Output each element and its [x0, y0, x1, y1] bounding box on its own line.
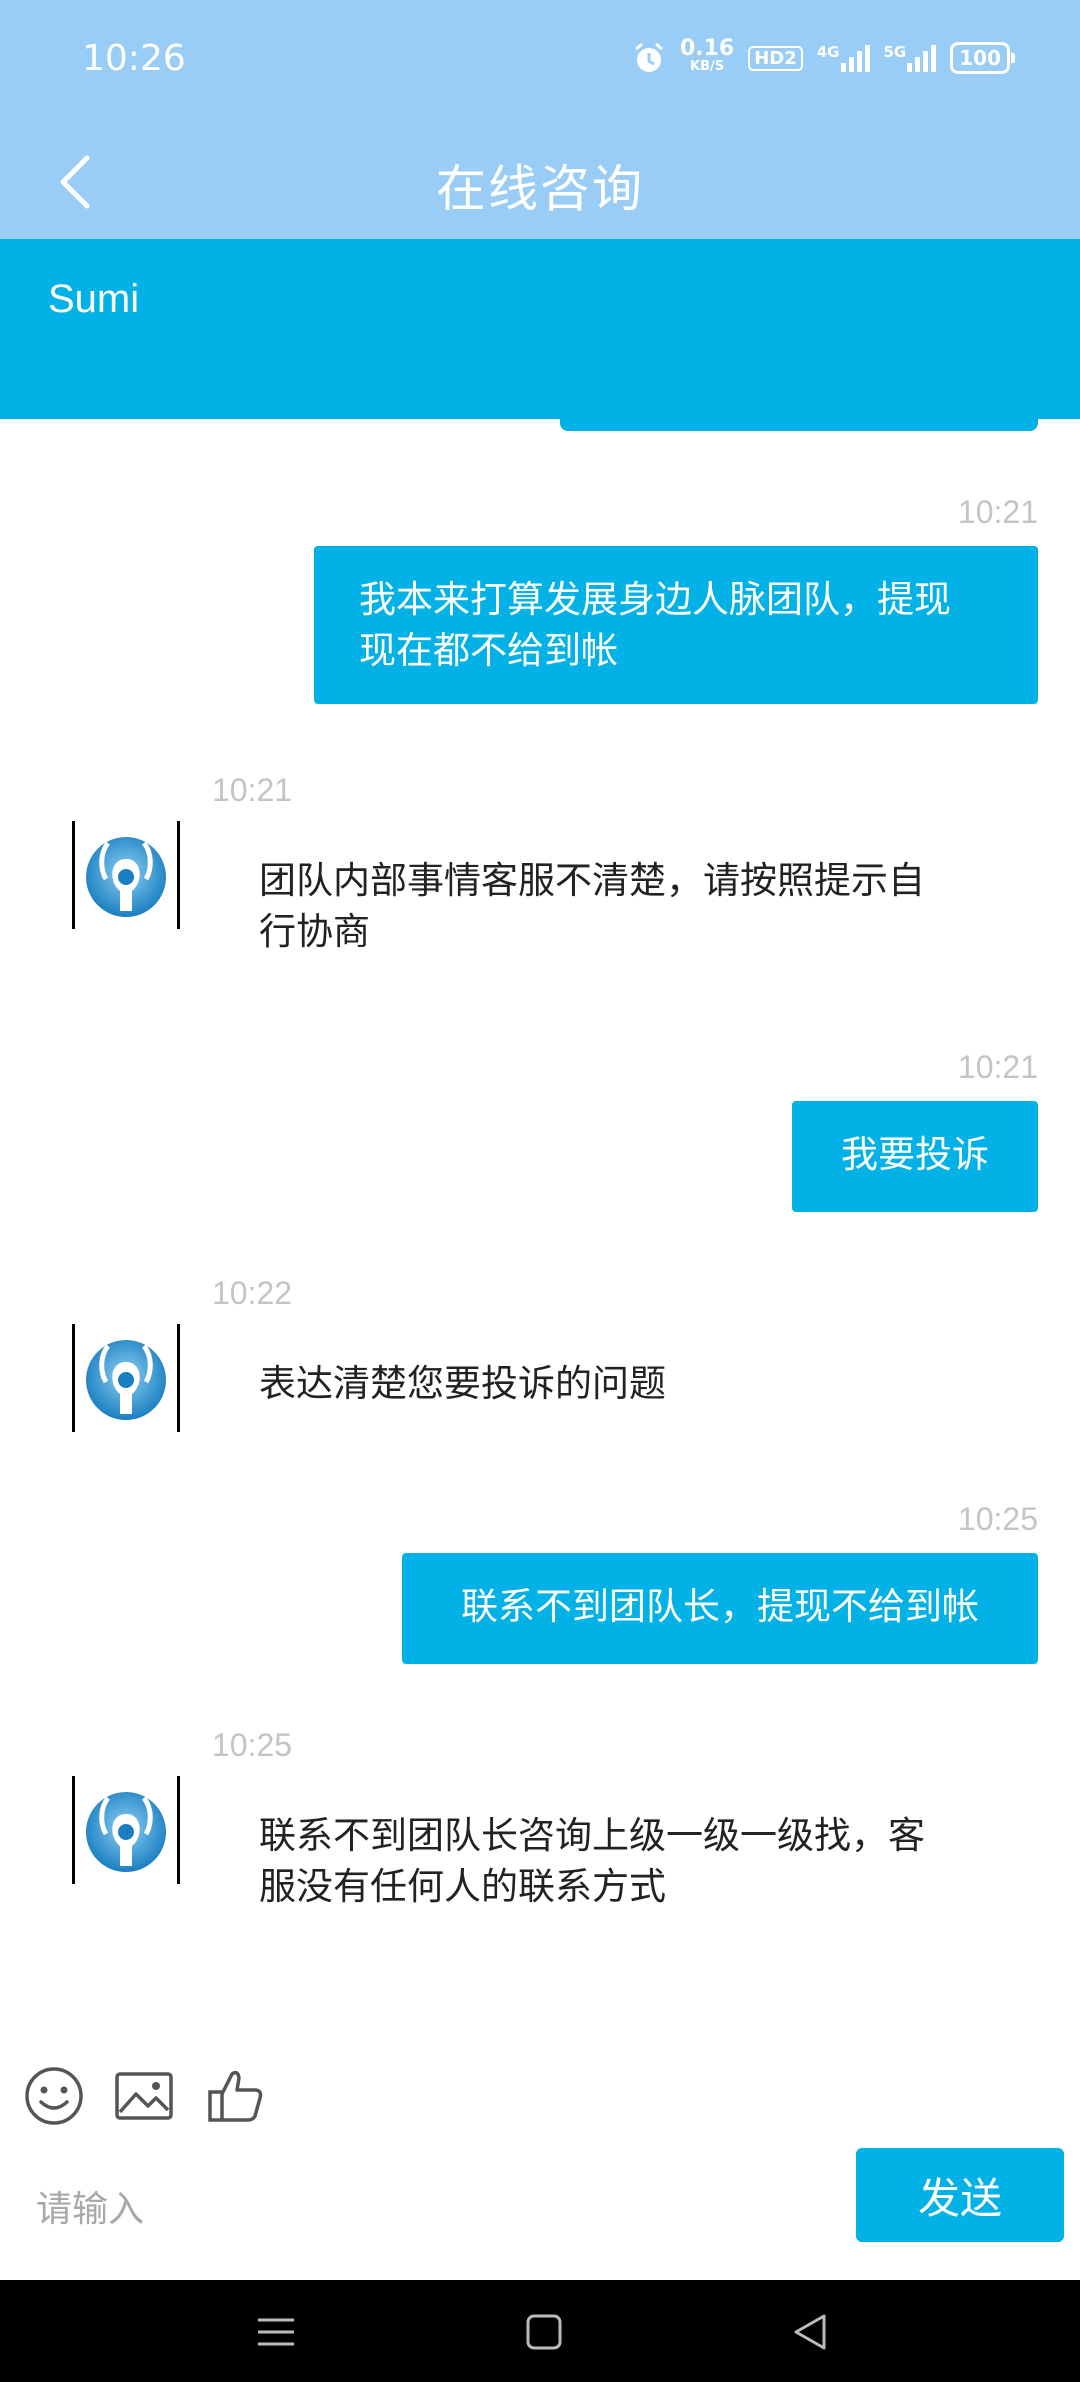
emoji-icon[interactable] [22, 2064, 86, 2128]
agent-logo-icon [86, 1792, 166, 1872]
back-nav-button[interactable] [780, 2302, 840, 2362]
menu-icon [258, 2318, 294, 2346]
incoming-message[interactable]: 表达清楚您要投诉的问题 [259, 1358, 979, 1409]
message-time: 10:25 [212, 1727, 293, 1763]
chat-list[interactable]: 10:21 我本来打算发展身边人脉团队，提现 现在都不给到帐 10:21 团队内… [0, 431, 1080, 2031]
message-input[interactable] [34, 2168, 818, 2250]
menu-nav-button[interactable] [246, 2302, 306, 2362]
system-nav-bar [0, 2280, 1080, 2382]
input-area: 发送 [0, 2040, 1080, 2280]
send-button[interactable]: 发送 [856, 2148, 1064, 2242]
triangle-back-icon [794, 2314, 826, 2350]
status-bar: 10:26 0.16 KB/S HD2 4G 5G 100 [0, 0, 1080, 125]
battery-icon: 100 [950, 42, 1015, 74]
net-speed: 0.16 KB/S [679, 36, 735, 75]
agent-logo-icon [86, 1340, 166, 1420]
message-time: 10:21 [957, 1049, 1038, 1085]
message-time: 10:21 [212, 772, 293, 808]
message-time: 10:22 [212, 1275, 293, 1311]
avatar[interactable] [72, 1776, 180, 1884]
outgoing-message[interactable]: 联系不到团队长，提现不给到帐 [402, 1553, 1038, 1664]
home-nav-button[interactable] [514, 2302, 574, 2362]
thumbs-up-icon[interactable] [204, 2064, 268, 2128]
avatar[interactable] [72, 821, 180, 929]
status-icons: 0.16 KB/S HD2 4G 5G 100 [632, 36, 1015, 76]
incoming-message[interactable]: 团队内部事情客服不清楚，请按照提示自 行协商 [259, 855, 979, 957]
agent-logo-icon [86, 837, 166, 917]
title-bar: 在线咨询 [0, 125, 1080, 239]
page-title: 在线咨询 [436, 160, 644, 218]
signal-5g-icon: 5G [884, 43, 937, 73]
avatar[interactable] [72, 1324, 180, 1432]
outgoing-message[interactable]: 我本来打算发展身边人脉团队，提现 现在都不给到帐 [314, 546, 1038, 704]
square-icon [526, 2314, 562, 2350]
image-icon[interactable] [112, 2064, 176, 2128]
message-time: 10:21 [957, 494, 1038, 530]
incoming-message[interactable]: 联系不到团队长咨询上级一级一级找，客 服没有任何人的联系方式 [259, 1810, 979, 1912]
outgoing-message[interactable]: 我要投诉 [792, 1101, 1038, 1212]
header-tab-edge [560, 419, 1038, 431]
alarm-icon [632, 41, 666, 75]
signal-4g-icon: 4G [817, 43, 870, 73]
message-time: 10:25 [957, 1501, 1038, 1537]
hd-icon: HD2 [748, 45, 803, 71]
agent-name: Sumi [48, 277, 140, 321]
status-time: 10:26 [82, 38, 186, 79]
agent-header: Sumi [0, 239, 1080, 419]
